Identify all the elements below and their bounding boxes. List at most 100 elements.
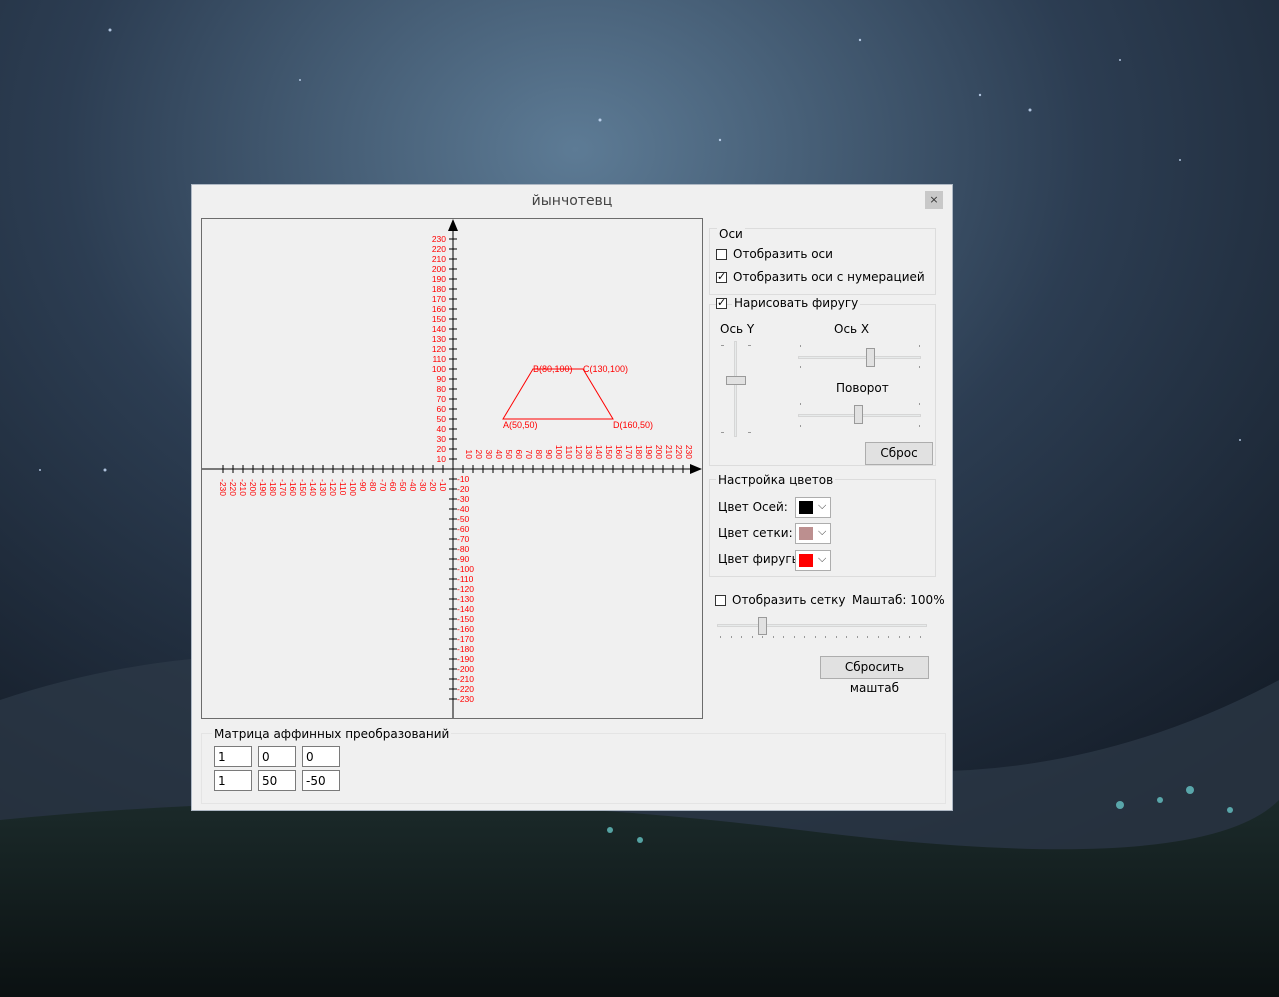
matrix-cell-r1-c1[interactable] (214, 746, 252, 767)
y-axis-tick-label: -100 (457, 564, 474, 574)
axes-color-picker[interactable]: ⌵ (795, 497, 831, 518)
show-axes-label[interactable]: Отобразить оси (733, 247, 833, 261)
y-axis-tick-label: 50 (437, 414, 447, 424)
reset-scale-button[interactable]: Сбросить маштаб (820, 656, 929, 695)
y-axis-tick-label: 130 (432, 334, 446, 344)
chevron-down-icon: ⌵ (818, 552, 827, 565)
x-axis-tick-label: 60 (514, 450, 524, 460)
y-axis-tick-label: -180 (457, 644, 474, 654)
scale-slider-tick (783, 636, 784, 638)
y-axis-tick-label: 20 (437, 444, 447, 454)
x-axis-tick-label: -220 (228, 479, 238, 496)
axis-x-slider[interactable] (866, 348, 875, 367)
scale-slider-tick (814, 636, 816, 638)
window-title: йынчотевц (531, 193, 613, 209)
matrix-cell-r2-c1[interactable] (214, 770, 252, 791)
reset-button[interactable]: Сброс (865, 442, 933, 465)
y-axis-tick-label: -150 (457, 614, 474, 624)
y-axis-tick-label: 70 (437, 394, 447, 404)
show-axes-numbered-label[interactable]: Отобразить оси с нумерацией (733, 270, 925, 284)
axis-y-slider[interactable] (726, 376, 746, 385)
x-axis-tick-label: -150 (298, 479, 308, 496)
x-axis-tick-label: 170 (624, 445, 634, 459)
scale-slider-track (717, 624, 927, 627)
y-axis-tick-label: 140 (432, 324, 446, 334)
draw-figure-checkbox[interactable] (716, 296, 727, 309)
x-axis-tick-label: -230 (218, 479, 228, 496)
scale-slider-tick (772, 636, 774, 638)
x-axis-tick-label: 130 (584, 445, 594, 459)
y-axis-tick-label: 110 (432, 354, 446, 364)
scale-slider-tick (919, 636, 921, 638)
x-axis-tick-label: 30 (484, 450, 494, 460)
x-axis-tick-label: 80 (534, 450, 544, 460)
scale-slider-tick (898, 636, 900, 638)
close-button[interactable]: × (925, 191, 943, 209)
scale-slider-tick (751, 636, 753, 638)
y-axis-tick-label: 60 (437, 404, 447, 414)
y-axis-tick-label: 40 (437, 424, 447, 434)
rotation-slider[interactable] (854, 405, 863, 424)
x-axis-tick-label: 150 (604, 445, 614, 459)
y-axis-tick-label: 150 (432, 314, 446, 324)
y-axis-tick-label: -140 (457, 604, 474, 614)
matrix-title: Матрица аффинных преобразований (212, 727, 452, 741)
x-axis-tick-label: -70 (378, 479, 388, 492)
matrix-cell-r2-c2[interactable] (258, 770, 296, 791)
axes-color-label: Цвет Осей: (718, 500, 788, 514)
y-axis-tick-label: 190 (432, 274, 446, 284)
scale-slider-tick (720, 636, 721, 638)
y-axis-tick-label: -210 (457, 674, 474, 684)
scale-slider[interactable] (758, 617, 767, 635)
drawing-canvas[interactable]: -230 -230 -220 -220 -210 -210 -200 -200 -190 -190… (201, 218, 703, 719)
x-axis-tick-label: 230 (684, 445, 694, 459)
x-axis-tick-label: 10 (464, 450, 474, 460)
x-axis-tick-label: -130 (318, 479, 328, 496)
x-axis-tick-label: 220 (674, 445, 684, 459)
x-axis-tick-label: 140 (594, 445, 604, 459)
figure-vertex-label: C(130,100) (583, 364, 628, 374)
figure-color-picker[interactable]: ⌵ (795, 550, 831, 571)
scale-slider-tick (825, 636, 826, 638)
x-axis-tick-label: -40 (408, 479, 418, 492)
matrix-cell-r1-c2[interactable] (258, 746, 296, 767)
draw-figure-label[interactable]: Нарисовать фиругу (732, 296, 861, 310)
y-axis-tick-label: -70 (457, 534, 470, 544)
x-axis-tick-label: 50 (504, 450, 514, 460)
y-axis-tick-label: -60 (457, 524, 470, 534)
y-axis-tick-label: 220 (432, 244, 446, 254)
scale-slider-tick (804, 636, 805, 638)
show-grid-checkbox[interactable] (715, 595, 726, 606)
y-axis-tick-label: -160 (457, 624, 474, 634)
y-axis-tick-label: -20 (457, 484, 470, 494)
x-axis-tick-label: -90 (358, 479, 368, 492)
y-axis-tick-label: -120 (457, 584, 474, 594)
x-axis-tick-label: -170 (278, 479, 288, 496)
y-axis-tick-label: -130 (457, 594, 474, 604)
x-axis-tick-label: -20 (428, 479, 438, 492)
grid-color-picker[interactable]: ⌵ (795, 523, 831, 544)
y-axis-tick-label: 10 (437, 454, 447, 464)
axis-x-slider-track (798, 356, 921, 359)
show-grid-label[interactable]: Отобразить сетку (732, 593, 846, 607)
scale-slider-tick (909, 636, 910, 638)
y-axis-tick-label: 100 (432, 364, 446, 374)
x-axis-tick-label: -180 (268, 479, 278, 496)
scale-slider-tick (835, 636, 837, 638)
x-axis-tick-label: 110 (564, 445, 574, 459)
x-axis-tick-label: 20 (474, 450, 484, 460)
x-axis-tick-label: -210 (238, 479, 248, 496)
scale-slider-tick (846, 636, 847, 638)
x-axis-tick-label: 190 (644, 445, 654, 459)
x-axis-tick-label: -100 (348, 479, 358, 496)
y-axis-tick-label: -220 (457, 684, 474, 694)
show-axes-checkbox[interactable] (716, 249, 727, 260)
y-axis-tick-label: -90 (457, 554, 470, 564)
matrix-cell-r2-c3[interactable] (302, 770, 340, 791)
matrix-cell-r1-c3[interactable] (302, 746, 340, 767)
y-axis-tick-label: -10 (457, 474, 470, 484)
scale-slider-tick (856, 636, 858, 638)
x-axis-tick-label: 40 (494, 450, 504, 460)
y-axis-tick-label: -40 (457, 504, 470, 514)
show-axes-numbered-checkbox[interactable] (716, 270, 727, 283)
